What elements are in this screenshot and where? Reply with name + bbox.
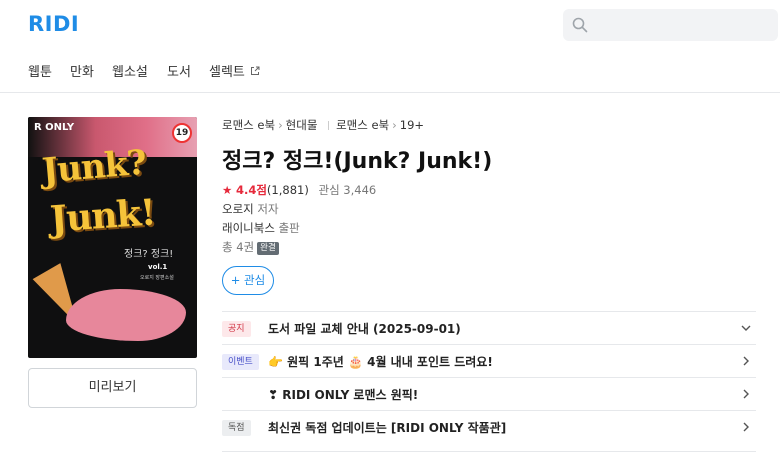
external-link-icon	[251, 66, 260, 75]
follow-button[interactable]: + 관심	[222, 266, 274, 295]
nav-comics[interactable]: 만화	[70, 61, 94, 80]
notice-text: ❣ RIDI ONLY 로맨스 원픽!	[268, 388, 419, 402]
volume-row: 총 4권 완결	[222, 239, 279, 255]
more-icon[interactable]: ⋮	[774, 58, 780, 74]
search-input[interactable]	[563, 9, 778, 41]
ridi-only-badge: R ONLY	[34, 122, 75, 133]
nav-select-label: 셀렉트	[209, 65, 245, 80]
rating-count[interactable]: (1,881)	[267, 183, 309, 197]
breadcrumb-separator-icon: ›	[392, 118, 397, 132]
notice-text: 최신권 독점 업데이트는 [RIDI ONLY 작품관]	[268, 421, 507, 435]
nav-webnovel[interactable]: 웹소설	[112, 61, 148, 80]
search-icon	[572, 17, 588, 33]
book-cover[interactable]: R ONLY 19 Junk? Junk! 정크? 정크! vol.1 오로지 …	[28, 117, 197, 358]
page-title: 정크? 정크!(Junk? Junk!)	[222, 149, 493, 174]
age-rating-badge: 19	[172, 123, 192, 143]
header-divider	[0, 92, 780, 93]
chevron-right-icon	[743, 356, 749, 366]
interest-count: 관심 3,446	[318, 183, 377, 197]
notice-bottom-divider	[222, 451, 756, 452]
nav-webtoon[interactable]: 웹툰	[28, 61, 52, 80]
notice-tag: 공지	[222, 321, 251, 337]
cover-title-line1: Junk?	[40, 142, 148, 192]
chevron-right-icon	[743, 422, 749, 432]
notice-row[interactable]: 독점 최신권 독점 업데이트는 [RIDI ONLY 작품관]	[222, 410, 756, 443]
breadcrumb: 로맨스 e북 › 현대물 로맨스 e북 › 19+	[222, 117, 424, 133]
breadcrumb-item[interactable]: 로맨스 e북	[222, 118, 275, 132]
breadcrumb-item[interactable]: 19+	[400, 118, 424, 132]
publisher-row: 래이니북스 출판	[222, 220, 300, 236]
nav-books[interactable]: 도서	[167, 61, 191, 80]
event-tag: 이벤트	[222, 354, 259, 370]
completed-badge: 완결	[257, 242, 279, 255]
volume-count: 총 4권	[222, 240, 255, 254]
nav-select[interactable]: 셀렉트	[209, 61, 260, 80]
breadcrumb-item[interactable]: 현대물	[286, 118, 318, 132]
chevron-right-icon	[743, 389, 749, 399]
category-nav: 웹툰 만화 웹소설 도서 셀렉트 ⋮	[0, 52, 780, 88]
author-role: 저자	[257, 202, 279, 216]
notice-text: 👉 원픽 1주년 🎂 4월 내내 포인트 드려요!	[268, 355, 493, 369]
rating-row: ★ 4.4점(1,881) 관심 3,446	[222, 182, 376, 198]
breadcrumb-item[interactable]: 로맨스 e북	[336, 118, 389, 132]
exclusive-tag: 독점	[222, 420, 251, 436]
author-name[interactable]: 오로지	[222, 202, 254, 216]
breadcrumb-divider	[328, 121, 330, 130]
star-icon: ★	[222, 183, 233, 197]
publisher-name[interactable]: 래이니북스	[222, 221, 275, 235]
notice-row[interactable]: 공지 도서 파일 교체 안내 (2025-09-01)	[222, 311, 756, 344]
breadcrumb-separator-icon: ›	[278, 118, 283, 132]
notice-row[interactable]: ❣ RIDI ONLY 로맨스 원픽!	[222, 377, 756, 410]
rating-score: 4.4점	[235, 183, 267, 197]
preview-button[interactable]: 미리보기	[28, 368, 197, 408]
cover-splash-illustration	[66, 289, 186, 341]
cover-subtitle: 정크? 정크!	[124, 249, 174, 260]
publisher-role: 출판	[278, 221, 300, 235]
notice-text: 도서 파일 교체 안내 (2025-09-01)	[268, 322, 461, 336]
cover-volume: vol.1	[148, 263, 168, 271]
top-bar: RIDI	[0, 0, 780, 48]
chevron-down-icon	[741, 325, 751, 331]
notice-row[interactable]: 이벤트 👉 원픽 1주년 🎂 4월 내내 포인트 드려요!	[222, 344, 756, 377]
ridi-logo[interactable]: RIDI	[28, 12, 79, 36]
cover-title-line2: Junk!	[48, 191, 157, 241]
author-row: 오로지 저자	[222, 201, 279, 217]
cover-author: 오로지 장편소설	[140, 275, 174, 281]
